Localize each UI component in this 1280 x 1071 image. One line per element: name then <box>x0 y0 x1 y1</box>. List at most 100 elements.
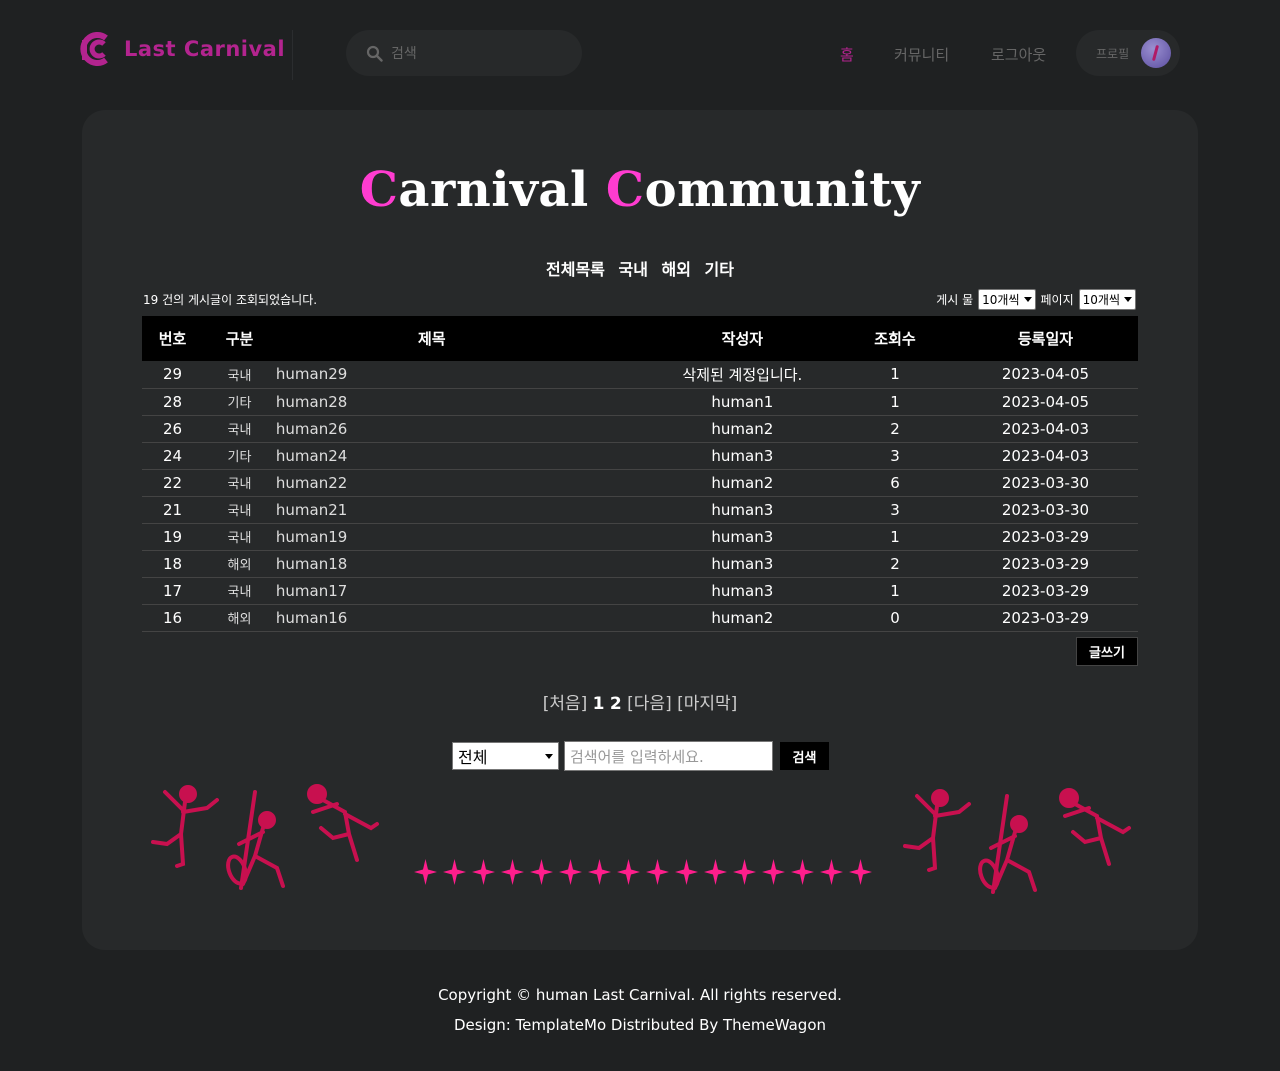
table-header-row: 번호 구분 제목 작성자 조회수 등록일자 <box>142 316 1138 361</box>
star-icon <box>849 859 872 885</box>
table-row[interactable]: 29 국내 human29 삭제된 계정입니다. 1 2023-04-05 <box>142 361 1138 388</box>
star-icon <box>414 859 437 885</box>
header-search-input[interactable]: 검색 <box>346 30 582 76</box>
nav-logout[interactable]: 로그아웃 <box>991 44 1046 65</box>
header-divider <box>292 30 293 80</box>
cell-date: 2023-03-29 <box>1001 554 1090 573</box>
cell-category: 국내 <box>227 423 252 438</box>
page-link-2[interactable]: 2 <box>610 694 622 714</box>
cell-category: 기타 <box>227 450 252 465</box>
cell-title-link[interactable]: human19 <box>276 523 648 550</box>
header-number: 번호 <box>158 330 187 348</box>
nav-home[interactable]: 홈 <box>840 44 854 65</box>
star-icon <box>646 859 669 885</box>
cell-title-link[interactable]: human28 <box>276 388 648 415</box>
tab-domestic[interactable]: 국내 <box>618 260 647 279</box>
header-views: 조회수 <box>874 330 916 348</box>
star-icon <box>443 859 466 885</box>
cell-views: 0 <box>890 608 900 627</box>
title-cap-2: C <box>605 162 645 218</box>
posts-per-page-select[interactable]: 10개씩 <box>978 289 1036 310</box>
cell-writer: human3 <box>711 527 774 546</box>
board-table: 번호 구분 제목 작성자 조회수 등록일자 29 국내 human29 삭제된 계정입… <box>142 316 1138 632</box>
cell-date: 2023-03-29 <box>1001 581 1090 600</box>
table-row[interactable]: 21 국내 human21 human3 3 2023-03-30 <box>142 496 1138 523</box>
chevron-down-icon <box>1124 297 1132 302</box>
cell-views: 3 <box>890 500 900 519</box>
profile-button[interactable]: 프로필 <box>1076 30 1180 76</box>
posts-per-page-value: 10개씩 <box>982 293 1020 307</box>
cell-title-link[interactable]: human16 <box>276 604 648 631</box>
table-row[interactable]: 18 해외 human18 human3 2 2023-03-29 <box>142 550 1138 577</box>
table-row[interactable]: 22 국내 human22 human2 6 2023-03-30 <box>142 469 1138 496</box>
cell-views: 1 <box>890 581 900 600</box>
cell-views: 6 <box>890 473 900 492</box>
tab-overseas[interactable]: 해외 <box>662 260 691 279</box>
cell-category: 해외 <box>227 558 252 573</box>
star-icon <box>472 859 495 885</box>
search-icon <box>366 45 383 62</box>
star-icon <box>559 859 582 885</box>
pagination: [처음] 1 2 [다음] [마지막] <box>0 689 1280 714</box>
cell-date: 2023-03-29 <box>1001 608 1090 627</box>
cell-number: 19 <box>163 527 183 546</box>
posts-per-page-label: 게시 물 <box>936 293 974 307</box>
page-next-link[interactable]: [다음] <box>627 694 672 714</box>
star-icon <box>820 859 843 885</box>
cell-category: 국내 <box>227 531 252 546</box>
cell-category: 해외 <box>227 612 252 627</box>
star-icon <box>617 859 640 885</box>
cell-category: 국내 <box>227 504 252 519</box>
dancers-left-illustration <box>151 784 379 890</box>
page-link-1[interactable]: 1 <box>593 694 605 714</box>
table-row[interactable]: 28 기타 human28 human1 1 2023-04-05 <box>142 388 1138 415</box>
site-logo[interactable]: Last Carnival <box>78 32 285 66</box>
cell-title-link[interactable]: human21 <box>276 496 648 523</box>
cell-number: 22 <box>163 473 183 492</box>
profile-label: 프로필 <box>1096 46 1130 61</box>
search-form: 전체 검색어를 입력하세요. 검색 <box>452 741 829 771</box>
page-first-link[interactable]: [처음] <box>543 694 588 714</box>
star-icon <box>762 859 785 885</box>
cell-title-link[interactable]: human18 <box>276 550 648 577</box>
pages-per-group-select[interactable]: 10개씩 <box>1078 289 1136 310</box>
table-row[interactable]: 26 국내 human26 human2 2 2023-04-03 <box>142 415 1138 442</box>
nav-community[interactable]: 커뮤니티 <box>894 44 949 65</box>
title-rest-1: arnival <box>398 162 606 218</box>
tab-etc[interactable]: 기타 <box>705 260 734 279</box>
cell-category: 국내 <box>227 477 252 492</box>
table-row[interactable]: 24 기타 human24 human3 3 2023-04-03 <box>142 442 1138 469</box>
search-keyword-placeholder: 검색어를 입력하세요. <box>570 747 704 766</box>
category-tabs: 전체목록 국내 해외 기타 <box>0 256 1280 280</box>
search-field-value: 전체 <box>458 748 488 767</box>
cell-title-link[interactable]: human26 <box>276 415 648 442</box>
write-button[interactable]: 글쓰기 <box>1076 637 1138 666</box>
page-title: Carnival Community <box>0 162 1280 218</box>
cell-number: 26 <box>163 419 183 438</box>
tab-all[interactable]: 전체목록 <box>546 260 605 279</box>
cell-title-link[interactable]: human24 <box>276 442 648 469</box>
table-row[interactable]: 19 국내 human19 human3 1 2023-03-29 <box>142 523 1138 550</box>
cell-number: 16 <box>163 608 183 627</box>
table-row[interactable]: 17 국내 human17 human3 1 2023-03-29 <box>142 577 1138 604</box>
cell-title-link[interactable]: human22 <box>276 469 648 496</box>
cell-views: 1 <box>890 527 900 546</box>
search-button[interactable]: 검색 <box>780 742 829 770</box>
star-icon <box>733 859 756 885</box>
star-icon <box>704 859 727 885</box>
cell-number: 28 <box>163 392 183 411</box>
result-count: 19 건의 게시글이 조회되었습니다. <box>143 293 318 307</box>
avatar <box>1141 38 1172 68</box>
search-field-select[interactable]: 전체 <box>452 742 559 770</box>
search-keyword-input[interactable]: 검색어를 입력하세요. <box>564 741 773 771</box>
cell-title-link[interactable]: human17 <box>276 577 648 604</box>
per-page-controls: 게시 물 10개씩 페이지 10개씩 <box>936 289 1136 310</box>
table-row[interactable]: 16 해외 human16 human2 0 2023-03-29 <box>142 604 1138 631</box>
cell-title-link[interactable]: human29 <box>276 361 648 388</box>
page-last-link[interactable]: [마지막] <box>677 694 737 714</box>
top-header: Last Carnival 검색 홈 커뮤니티 로그아웃 프로필 <box>0 0 1280 105</box>
cell-date: 2023-03-30 <box>1001 500 1090 519</box>
header-title: 제목 <box>417 330 446 348</box>
star-icon <box>675 859 698 885</box>
cell-date: 2023-04-05 <box>1001 365 1090 384</box>
